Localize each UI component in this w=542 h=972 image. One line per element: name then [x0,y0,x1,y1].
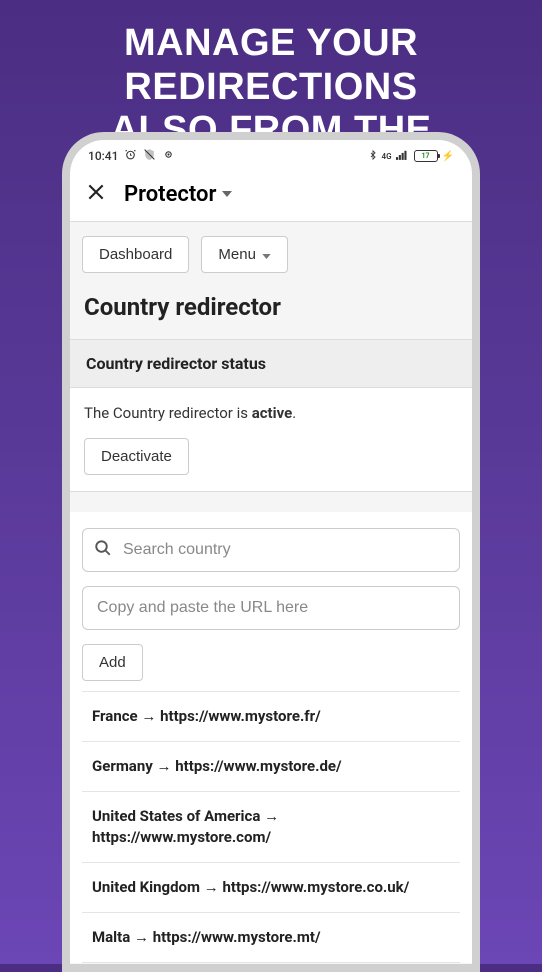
status-value: active [252,404,293,422]
battery-icon: 17 [414,150,438,162]
status-section-header: Country redirector status [70,339,472,388]
status-text: The Country redirector is active. [84,404,458,422]
list-item[interactable]: United Kingdom → https://www.mystore.co.… [82,863,460,913]
dashboard-button[interactable]: Dashboard [82,236,189,273]
row-country: United Kingdom [92,878,200,896]
list-item[interactable]: Germany → https://www.mystore.de/ [82,742,460,792]
arrow-icon: → [153,757,175,775]
form-area: Add [70,512,472,691]
alarm-icon [124,148,137,164]
row-url: https://www.mystore.com/ [92,828,271,846]
list-item[interactable]: France → https://www.mystore.fr/ [82,691,460,742]
dnd-icon [143,148,156,164]
arrow-icon: → [138,707,160,725]
redirect-list: France → https://www.mystore.fr/ Germany… [70,691,472,963]
row-country: France [92,707,138,725]
app-header: Protector [70,172,472,222]
deactivate-button[interactable]: Deactivate [84,438,189,475]
phone-frame: 10:41 4G 17 ⚡ [62,132,480,972]
target-icon [162,148,175,164]
phone-screen: 10:41 4G 17 ⚡ [70,140,472,964]
search-icon [94,539,112,561]
section-gap [70,492,472,512]
row-url: https://www.mystore.co.uk/ [222,878,409,896]
arrow-icon: → [260,807,279,825]
toolbar: Dashboard Menu [70,222,472,287]
status-bar: 10:41 4G 17 ⚡ [70,140,472,172]
row-url: https://www.mystore.de/ [175,757,341,775]
caret-down-icon [222,189,232,200]
status-right: 4G 17 ⚡ [368,149,454,164]
arrow-icon: → [130,928,152,946]
status-time: 10:41 [88,149,118,163]
network-4g-icon: 4G [382,152,392,161]
charging-icon: ⚡ [442,151,454,162]
row-country: United States of America [92,807,260,825]
row-country: Germany [92,757,153,775]
url-input[interactable] [82,586,460,630]
marketing-line1: Manage your redirections [12,22,530,109]
app-title-text: Protector [124,182,216,207]
signal-icon [396,149,410,164]
add-button[interactable]: Add [82,644,143,681]
bluetooth-icon [368,149,378,164]
status-left: 10:41 [88,148,175,164]
menu-button[interactable]: Menu [201,236,288,273]
arrow-icon: → [200,878,222,896]
page-title: Country redirector [70,287,472,339]
search-input[interactable] [82,528,460,572]
row-url: https://www.mystore.fr/ [160,707,321,725]
row-url: https://www.mystore.mt/ [153,928,321,946]
caret-down-icon [262,246,271,263]
app-title-dropdown[interactable]: Protector [124,182,232,207]
list-item[interactable]: Malta → https://www.mystore.mt/ [82,913,460,963]
status-section-body: The Country redirector is active. Deacti… [70,388,472,492]
close-icon[interactable] [86,182,106,207]
row-country: Malta [92,928,130,946]
list-item[interactable]: United States of America → https://www.m… [82,792,460,863]
content-area: Dashboard Menu Country redirector Countr… [70,222,472,964]
